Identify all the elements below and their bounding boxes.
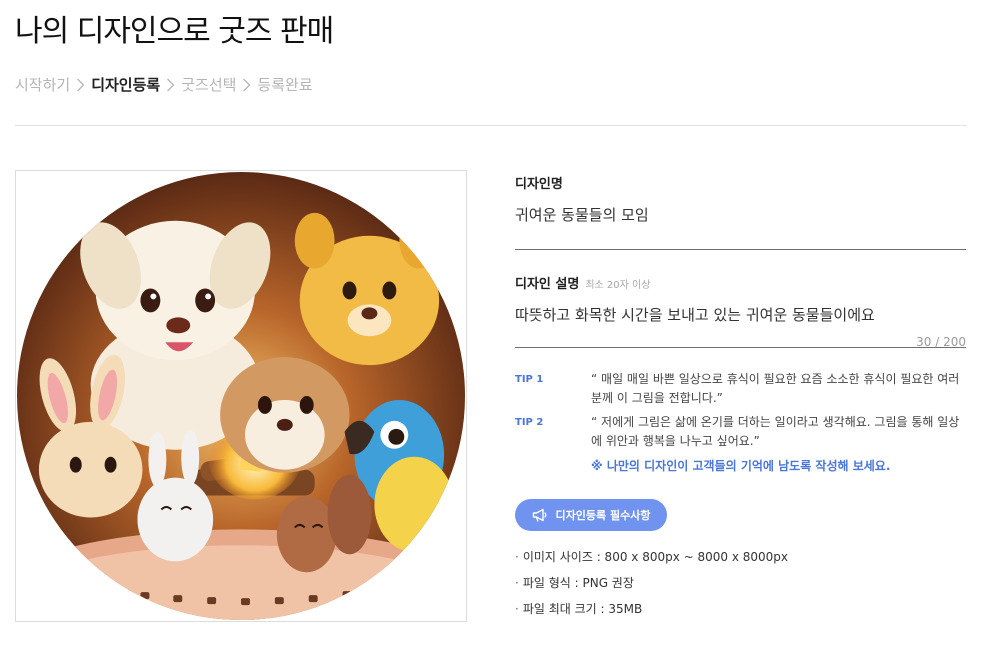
page-title: 나의 디자인으로 굿즈 판매 [15, 14, 334, 49]
list-item: · 파일 형식 : PNG 권장 [515, 576, 634, 590]
requirements-list: · 이미지 사이즈 : 800 x 800px ~ 8000 x 8000px ·… [515, 547, 788, 625]
list-item: · 이미지 사이즈 : 800 x 800px ~ 8000 x 8000px [515, 550, 789, 564]
design-name-field: 디자인명 귀여운 동물들의 모임 [515, 173, 966, 250]
requirements-button[interactable]: 디자인등록 필수사항 [515, 499, 667, 531]
design-description-hint: 최소 20자 이상 [585, 280, 651, 291]
tip-note: ※ 나만의 디자인이 고객들의 기억에 남도록 작성해 보세요. [591, 459, 891, 473]
tip-text: “ 저에게 그림은 삶에 온기를 더하는 일이라고 생각해요. 그림을 통해 일… [591, 415, 960, 448]
breadcrumb-step-goods-select[interactable]: 굿즈선택 [181, 74, 236, 95]
header-divider [15, 125, 967, 126]
design-description-field: 디자인 설명 최소 20자 이상 따뜻하고 화목한 시간을 보내고 있는 귀여운… [515, 273, 966, 348]
character-counter: 30 / 200 [916, 335, 966, 349]
megaphone-icon [532, 508, 546, 522]
breadcrumb-step-design-register[interactable]: 디자인등록 [91, 74, 160, 95]
list-item: · 파일 최대 크기 : 35MB [515, 602, 643, 616]
tip-label: TIP 1 [515, 374, 544, 385]
tip-text: “ 매일 매일 바쁜 일상으로 휴식이 필요한 요즘 소소한 휴식이 필요한 여… [591, 372, 960, 405]
design-illustration [16, 171, 466, 621]
breadcrumb: 시작하기 디자인등록 굿즈선택 등록완료 [15, 74, 313, 95]
tip-item-2: TIP 2 “ 저에게 그림은 삶에 온기를 더하는 일이라고 생각해요. 그림… [515, 413, 967, 451]
breadcrumb-step-start[interactable]: 시작하기 [15, 74, 70, 95]
design-description-label: 디자인 설명 최소 20자 이상 [515, 277, 651, 292]
tip-label: TIP 2 [515, 417, 544, 428]
requirements-button-label: 디자인등록 필수사항 [555, 509, 651, 522]
design-name-input[interactable]: 귀여운 동물들의 모임 [515, 192, 966, 250]
breadcrumb-step-complete[interactable]: 등록완료 [257, 74, 312, 95]
design-name-label: 디자인명 [515, 177, 563, 192]
design-image-preview[interactable] [15, 170, 467, 622]
chevron-right-icon [242, 78, 251, 92]
tip-item-1: TIP 1 “ 매일 매일 바쁜 일상으로 휴식이 필요한 요즘 소소한 휴식이… [515, 370, 967, 408]
chevron-right-icon [166, 78, 175, 92]
chevron-right-icon [76, 78, 85, 92]
design-description-input[interactable]: 따뜻하고 화목한 시간을 보내고 있는 귀여운 동물들이에요 [515, 292, 966, 348]
